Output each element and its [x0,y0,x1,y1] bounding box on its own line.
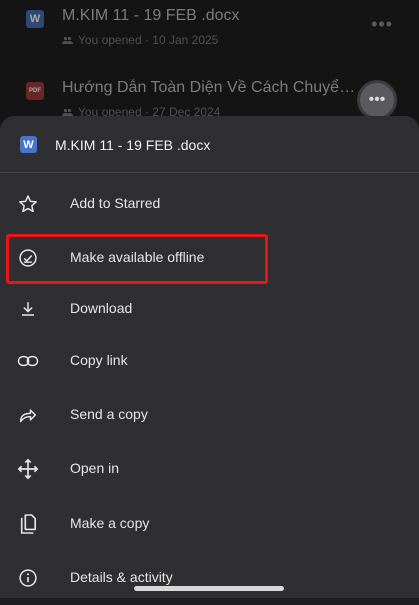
menu-item-make-a-copy[interactable]: Make a copy [0,497,419,551]
menu-item-label: Details & activity [70,569,173,585]
more-dots-icon: ••• [368,91,386,108]
menu-item-label: Add to Starred [70,195,161,211]
menu-item-label: Send a copy [70,406,148,422]
sheet-header: W M.KIM 11 - 19 FEB .docx [0,116,419,173]
download-icon [16,297,40,321]
star-icon [16,192,40,216]
menu-item-label: Download [70,300,133,316]
bottom-sheet: W M.KIM 11 - 19 FEB .docx Add to Starred… [0,116,419,598]
link-icon [16,349,40,373]
more-options-fab[interactable]: ••• [357,80,397,120]
info-icon [16,566,40,590]
copy-icon [16,512,40,536]
move-arrows-icon [16,457,40,481]
menu-item-label: Open in [70,460,120,476]
share-arrow-icon [16,403,40,427]
home-indicator [134,586,284,591]
menu-item-download[interactable]: Download [0,282,419,336]
menu-item-add-to-starred[interactable]: Add to Starred [0,177,419,231]
menu-item-open-in[interactable]: Open in [0,442,419,496]
menu-item-send-a-copy[interactable]: Send a copy [0,388,419,442]
word-file-icon: W [20,136,37,153]
highlight-box [6,234,268,284]
sheet-title: M.KIM 11 - 19 FEB .docx [55,137,211,153]
menu-item-copy-link[interactable]: Copy link [0,334,419,388]
menu-item-label: Copy link [70,352,128,368]
menu-item-label: Make a copy [70,515,150,531]
menu-item-details-activity[interactable]: Details & activity [0,551,419,605]
